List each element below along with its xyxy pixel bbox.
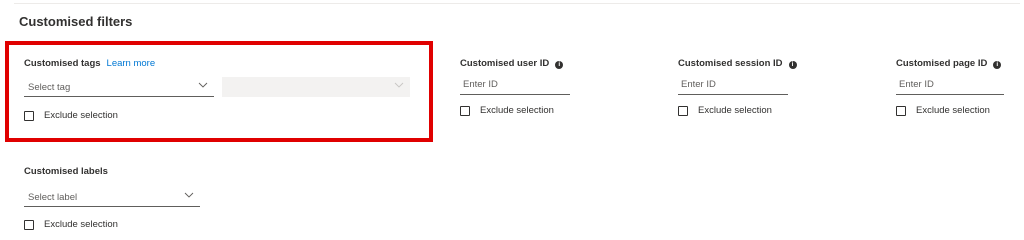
chevron-down-icon bbox=[394, 82, 404, 88]
user-id-label-group: Customised user ID i bbox=[460, 58, 564, 69]
tags-label: Customised tags bbox=[24, 58, 101, 69]
tags-exclude-checkbox[interactable]: Exclude selection bbox=[24, 110, 118, 121]
checkbox-box[interactable] bbox=[24, 110, 34, 121]
top-divider bbox=[14, 3, 1020, 4]
page-id-exclude-label: Exclude selection bbox=[916, 105, 990, 116]
label-select-value: Select label bbox=[28, 192, 78, 203]
label-select-dropdown[interactable]: Select label bbox=[24, 187, 200, 207]
section-title: Customised filters bbox=[19, 14, 133, 29]
tag-value-dropdown[interactable] bbox=[222, 77, 410, 97]
user-id-exclude-label: Exclude selection bbox=[480, 105, 554, 116]
chevron-down-icon bbox=[184, 192, 194, 198]
chevron-down-icon bbox=[198, 82, 208, 88]
tags-label-group: Customised tags Learn more bbox=[24, 58, 155, 69]
checkbox-box[interactable] bbox=[460, 105, 470, 116]
session-id-label: Customised session ID bbox=[678, 58, 783, 69]
session-id-label-group: Customised session ID i bbox=[678, 58, 797, 69]
user-id-label: Customised user ID bbox=[460, 58, 550, 69]
tags-exclude-label: Exclude selection bbox=[44, 110, 118, 121]
page-id-label: Customised page ID bbox=[896, 58, 988, 69]
session-id-input[interactable] bbox=[678, 75, 788, 95]
labels-label: Customised labels bbox=[24, 166, 108, 177]
page-id-exclude-checkbox[interactable]: Exclude selection bbox=[896, 105, 990, 116]
checkbox-box[interactable] bbox=[896, 105, 906, 116]
session-id-exclude-label: Exclude selection bbox=[698, 105, 772, 116]
session-id-exclude-checkbox[interactable]: Exclude selection bbox=[678, 105, 772, 116]
tag-select-dropdown[interactable]: Select tag bbox=[24, 77, 214, 97]
info-icon[interactable]: i bbox=[993, 61, 1002, 69]
page-id-input[interactable] bbox=[896, 75, 1004, 95]
learn-more-link[interactable]: Learn more bbox=[107, 58, 156, 69]
user-id-exclude-checkbox[interactable]: Exclude selection bbox=[460, 105, 554, 116]
user-id-input[interactable] bbox=[460, 75, 570, 95]
labels-exclude-label: Exclude selection bbox=[44, 219, 118, 230]
checkbox-box[interactable] bbox=[678, 105, 688, 116]
tag-select-value: Select tag bbox=[28, 82, 71, 93]
info-icon[interactable]: i bbox=[788, 61, 797, 69]
labels-exclude-checkbox[interactable]: Exclude selection bbox=[24, 219, 118, 230]
info-icon[interactable]: i bbox=[555, 61, 564, 69]
page-id-label-group: Customised page ID i bbox=[896, 58, 1002, 69]
checkbox-box[interactable] bbox=[24, 219, 34, 230]
